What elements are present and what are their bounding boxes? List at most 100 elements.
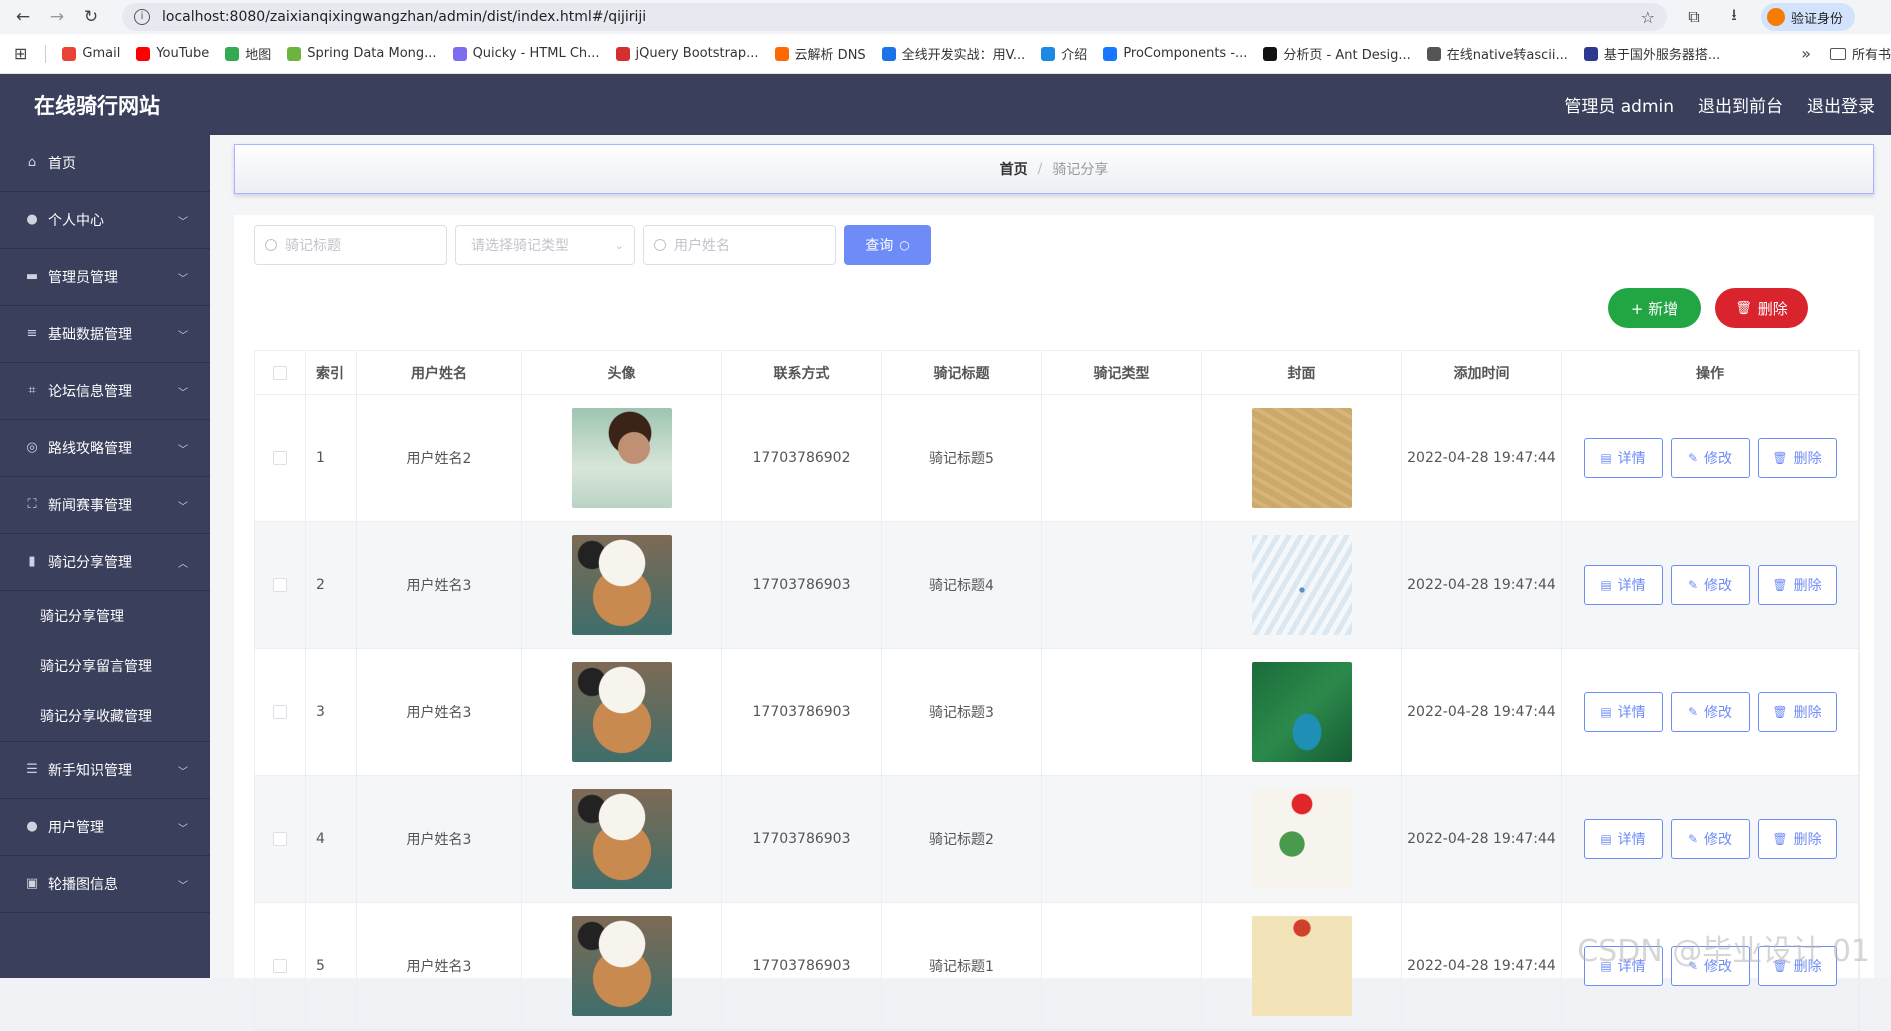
bookmark-item[interactable]: Spring Data Mong... [287,46,437,61]
sidebar-subitem[interactable]: 骑记分享收藏管理 [0,691,210,741]
title-cell: 骑记标题1 [882,903,1042,1029]
bookmark-item[interactable]: jQuery Bootstrap... [615,46,759,61]
edit-button[interactable]: ✎ 修改 [1670,565,1750,605]
delete-button[interactable]: 🗑 删除 [1757,692,1837,732]
title-cell: 骑记标题4 [882,522,1042,648]
row-checkbox[interactable] [273,705,287,719]
sidebar-item[interactable]: ▣ 轮播图信息 ﹀ [0,856,210,913]
sidebar-item-label: 管理员管理 [48,270,118,286]
cover-image [1251,408,1352,508]
sidebar-item[interactable]: ▬ 管理员管理 ﹀ [0,249,210,306]
extensions-icon[interactable]: ⧉ [1681,7,1707,27]
bookmark-label: Gmail [82,46,121,61]
batch-delete-button[interactable]: 🗑 删除 [1715,288,1808,328]
bookmark-label: 全线开发实战：用V... [901,48,1026,63]
detail-button[interactable]: ▤ 详情 [1583,692,1663,732]
star-icon[interactable]: ☆ [1641,8,1655,27]
select-all-checkbox[interactable] [273,365,287,380]
info-icon[interactable]: i [134,9,150,25]
row-checkbox[interactable] [273,451,287,465]
row-checkbox[interactable] [273,959,287,973]
avatar [1767,8,1785,26]
reload-icon[interactable]: ↻ [78,4,104,30]
exit-front-link[interactable]: 退出到前台 [1698,92,1783,117]
title-cell: 骑记标题2 [882,776,1042,902]
bookmark-item[interactable]: 在线native转ascii... [1426,44,1568,63]
add-button[interactable]: + 新增 [1608,288,1701,328]
bookmark-item[interactable]: Gmail [62,46,120,61]
fullscreen-icon: ⛶ [27,497,37,512]
query-button[interactable]: 查询 ○ [844,225,931,265]
cover-cell [1202,395,1402,521]
sidebar-item[interactable]: ⌗ 论坛信息管理 ﹀ [0,363,210,420]
username-cell: 用户姓名3 [357,649,522,775]
row-checkbox[interactable] [273,832,287,846]
favicon-icon [62,46,77,61]
sidebar-subitem[interactable]: 骑记分享留言管理 [0,641,210,691]
avatar-image [571,408,672,508]
address-bar[interactable]: i localhost:8080/zaixianqixingwangzhan/a… [122,3,1667,31]
bookmark-item[interactable]: ProComponents -... [1103,46,1247,61]
sidebar-item[interactable]: ≡ 基础数据管理 ﹀ [0,306,210,363]
watermark: CSDN @毕业设计 01 [1577,934,1870,969]
apps-grid-icon[interactable]: ⊞ [14,44,27,63]
sidebar-subitem[interactable]: 骑记分享管理 [0,591,210,641]
type-select[interactable]: 请选择骑记类型 ⌄ [455,225,635,265]
delete-button[interactable]: 🗑 删除 [1757,565,1837,605]
profile-label: 验证身份 [1791,11,1844,27]
sidebar-item[interactable]: ☰ 新手知识管理 ﹀ [0,742,210,799]
sidebar: ⌂ 首页 ● 个人中心 ﹀ ▬ 管理员管理 ﹀ ≡ 基础数据管理 ﹀ ⌗ 论坛信息管理 ﹀ ◎ 路线攻略管理 ﹀… [0,135,210,978]
edit-button[interactable]: ✎ 修改 [1670,692,1750,732]
edit-button[interactable]: ✎ 修改 [1670,819,1750,859]
favicon-icon [774,46,789,61]
row-select-cell [255,903,306,1029]
bookmark-item[interactable]: 基于国外服务器搭... [1583,44,1720,63]
sidebar-item[interactable]: ⌂ 首页 [0,135,210,192]
detail-button[interactable]: ▤ 详情 [1583,565,1663,605]
picture-icon: ▣ [25,876,39,891]
chevron-up-icon: ︿ [178,558,188,570]
edit-button[interactable]: ✎ 修改 [1670,438,1750,478]
chevron-down-icon: ﹀ [178,823,188,835]
document-icon: ▤ [1600,451,1612,465]
sidebar-item[interactable]: ⛶ 新闻赛事管理 ﹀ [0,477,210,534]
sidebar-item[interactable]: ▮ 骑记分享管理 ︿ [0,534,210,591]
bookmark-item[interactable]: 地图 [225,44,271,63]
sidebar-item[interactable]: ● 用户管理 ﹀ [0,799,210,856]
operations-cell: ▤ 详情 ✎ 修改 🗑 删除 [1562,776,1859,902]
delete-button[interactable]: 🗑 删除 [1757,819,1837,859]
bookmark-item[interactable]: 分析页 - Ant Desig... [1263,44,1411,63]
title-search-input[interactable]: 骑记标题 [254,225,447,265]
delete-label: 删除 [1793,451,1822,467]
logout-link[interactable]: 退出登录 [1807,92,1875,117]
bookmark-item[interactable]: 云解析 DNS [774,44,866,63]
bookmark-item[interactable]: 介绍 [1041,44,1087,63]
document-icon: ▤ [1600,578,1612,592]
row-checkbox[interactable] [273,578,287,592]
profile-button[interactable]: 验证身份 [1761,3,1856,31]
forward-icon[interactable]: → [44,4,70,30]
sidebar-item-label: 新手知识管理 [48,763,132,779]
delete-button[interactable]: 🗑 删除 [1757,438,1837,478]
detail-button[interactable]: ▤ 详情 [1583,819,1663,859]
trash-icon: 🗑 [1772,578,1788,592]
bookmark-label: 云解析 DNS [794,48,866,63]
bookmark-item[interactable]: Quicky - HTML Ch... [452,46,600,61]
bookmark-folder[interactable]: 所有书 [1829,44,1891,63]
detail-button[interactable]: ▤ 详情 [1583,438,1663,478]
avatar-cell [522,522,722,648]
bookmark-item[interactable]: YouTube [136,46,209,61]
bookmark-item[interactable]: 全线开发实战：用V... [881,44,1026,63]
column-header: 添加时间 [1402,351,1562,394]
crop-icon: ⌗ [28,383,36,398]
download-icon[interactable]: ⭳ [1721,4,1747,31]
detail-label: 详情 [1617,578,1646,594]
pencil-icon: ✎ [1687,451,1699,465]
breadcrumb-home[interactable]: 首页 [1000,159,1028,179]
sidebar-item[interactable]: ◎ 路线攻略管理 ﹀ [0,420,210,477]
back-icon[interactable]: ← [10,4,36,30]
sidebar-item[interactable]: ● 个人中心 ﹀ [0,192,210,249]
column-header: 骑记标题 [882,351,1042,394]
user-search-input[interactable]: 用户姓名 [643,225,836,265]
more-bookmarks-icon[interactable]: » [1801,44,1811,63]
